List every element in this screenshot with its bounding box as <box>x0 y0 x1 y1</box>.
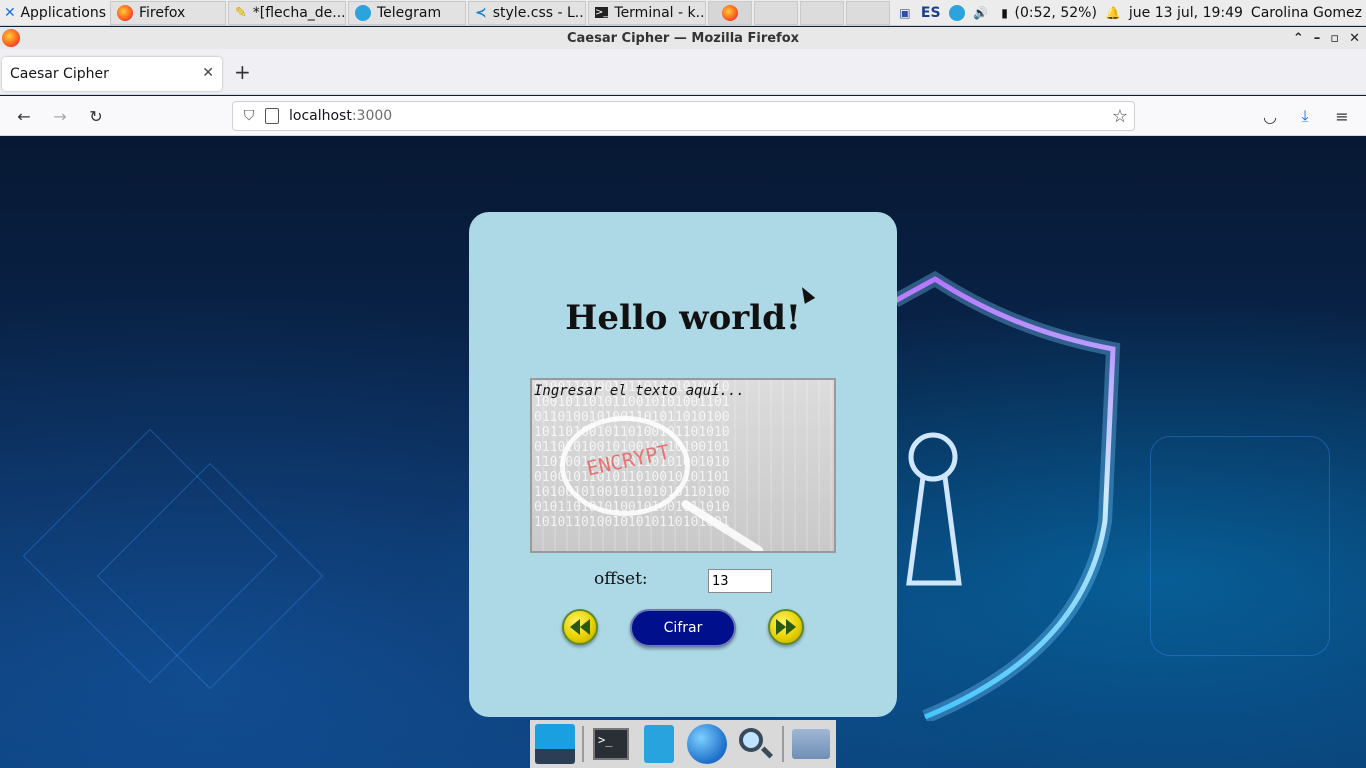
taskbar-item-terminal[interactable]: >_ Terminal - k... <box>588 0 706 25</box>
hamburger-menu-icon[interactable]: ≡ <box>1330 104 1354 128</box>
dock-separator <box>582 726 584 762</box>
taskbar-item-image-editor[interactable]: ✎ *[flecha_de... <box>228 0 346 25</box>
close-icon[interactable]: ✕ <box>1349 31 1360 46</box>
pocket-icon[interactable]: ◡ <box>1258 104 1282 128</box>
page-heading: Hello world! <box>565 298 801 338</box>
dock-terminal-launcher[interactable]: >_ <box>590 723 632 765</box>
window-controls: ⌃ – ▫ ✕ <box>1293 27 1360 49</box>
show-desktop-button[interactable] <box>534 723 576 765</box>
window-titlebar: Caesar Cipher — Mozilla Firefox ⌃ – ▫ ✕ <box>0 27 1366 49</box>
decrement-offset-button[interactable] <box>562 609 598 645</box>
fast-forward-arrow-icon <box>776 619 796 635</box>
encrypt-button[interactable]: Cifrar <box>630 609 736 647</box>
workspace-4[interactable] <box>846 0 890 25</box>
firefox-logo-icon <box>2 29 20 47</box>
offset-input[interactable] <box>708 569 772 593</box>
bottom-dock: >_ <box>530 720 836 768</box>
user-menu[interactable]: Carolina Gomez <box>1251 5 1362 21</box>
taskbar-item-label: Terminal - k... <box>614 4 706 21</box>
page-viewport: Hello world! 0100110100101101001010010 1… <box>0 136 1366 768</box>
battery-icon: ▮ <box>1001 5 1008 20</box>
show-desktop-icon <box>535 724 575 764</box>
workspace-1[interactable] <box>708 0 752 25</box>
battery-text: (0:52, 52%) <box>1014 4 1097 21</box>
globe-icon <box>687 724 727 764</box>
tracking-shield-icon[interactable]: ⛉ <box>241 108 257 124</box>
new-tab-plus-icon[interactable]: + <box>234 62 251 82</box>
applications-menu-button[interactable]: ✕ Applications <box>0 0 110 26</box>
reload-icon[interactable]: ↻ <box>84 104 108 128</box>
volume-icon[interactable]: 🔊 <box>973 5 989 21</box>
search-magnifier-icon <box>737 726 774 762</box>
firefox-icon <box>722 4 738 21</box>
url-text: localhost:3000 <box>289 108 392 124</box>
taskbar-item-label: style.css - L... <box>492 4 586 21</box>
dock-folder-launcher[interactable] <box>790 723 832 765</box>
cipher-card: Hello world! 0100110100101101001010010 1… <box>469 212 897 717</box>
taskbar-item-label: Firefox <box>139 4 186 21</box>
increment-offset-button[interactable] <box>768 609 804 645</box>
forward-arrow-icon[interactable]: → <box>48 104 72 128</box>
window-shade-icon[interactable]: ⌃ <box>1293 31 1304 46</box>
taskbar-item-telegram[interactable]: Telegram <box>348 0 466 25</box>
keyboard-layout-indicator[interactable]: ES <box>921 5 941 21</box>
workspace-2[interactable] <box>754 0 798 25</box>
window-title: Caesar Cipher — Mozilla Firefox <box>566 30 800 46</box>
downloads-icon[interactable]: ⤓ <box>1293 104 1317 128</box>
system-tray: ▣ ES 🔊 ▮ (0:52, 52%) 🔔 jue 13 jul, 19:49… <box>897 4 1366 21</box>
dock-file-manager-launcher[interactable] <box>638 723 680 765</box>
maximize-icon[interactable]: ▫ <box>1330 31 1339 46</box>
taskbar-item-firefox[interactable]: Firefox <box>110 0 226 25</box>
dock-separator <box>782 726 784 762</box>
applications-label: Applications <box>20 4 106 21</box>
tab-title: Caesar Cipher <box>10 66 109 82</box>
workspace-3[interactable] <box>800 0 844 25</box>
bookmark-star-icon[interactable]: ☆ <box>1112 106 1128 127</box>
text-input-area: 0100110100101101001010010 10010110101100… <box>530 378 836 553</box>
dock-app-finder-launcher[interactable] <box>734 723 776 765</box>
telegram-icon <box>355 4 371 21</box>
tab-caesar-cipher[interactable]: Caesar Cipher ✕ <box>2 57 222 91</box>
navigation-toolbar: ← → ↻ ⛉ localhost:3000 ☆ ◡ ⤓ ≡ <box>0 96 1366 136</box>
taskbar-item-label: *[flecha_de... <box>252 4 346 21</box>
clock[interactable]: jue 13 jul, 19:49 <box>1129 5 1243 21</box>
taskbar-item-label: Telegram <box>377 4 442 21</box>
folder-icon <box>792 729 830 759</box>
telegram-tray-icon[interactable] <box>948 4 965 21</box>
back-arrow-icon[interactable]: ← <box>12 104 36 128</box>
image-editor-icon: ✎ <box>235 4 247 21</box>
xfce-logo-icon: ✕ <box>4 4 16 21</box>
rewind-arrow-icon <box>570 619 590 635</box>
offset-label: offset: <box>594 569 648 589</box>
shield-lock-illustration <box>895 271 1121 721</box>
minimize-icon[interactable]: – <box>1314 31 1321 46</box>
tab-strip: Caesar Cipher ✕ + <box>0 49 1366 95</box>
network-disconnected-icon[interactable]: ▣ <box>897 5 913 21</box>
battery-indicator[interactable]: ▮ (0:52, 52%) <box>997 5 1097 21</box>
terminal-icon: >_ <box>595 7 609 18</box>
dock-web-browser-launcher[interactable] <box>686 723 728 765</box>
firefox-icon <box>117 4 133 21</box>
message-textarea[interactable] <box>532 380 834 551</box>
vscode-icon: ≺ <box>475 4 487 21</box>
url-host: localhost <box>289 108 352 124</box>
url-bar[interactable]: ⛉ localhost:3000 ☆ <box>232 101 1135 131</box>
tab-close-icon[interactable]: ✕ <box>202 65 214 81</box>
background-circuit-decoration <box>1150 436 1330 656</box>
terminal-icon: >_ <box>593 728 629 760</box>
notification-bell-icon[interactable]: 🔔 <box>1105 5 1121 21</box>
page-info-icon[interactable] <box>265 108 279 124</box>
file-cabinet-icon <box>644 725 674 763</box>
desktop-top-panel: ✕ Applications Firefox ✎ *[flecha_de... … <box>0 0 1366 26</box>
url-port: :3000 <box>351 108 393 124</box>
taskbar-item-vscode[interactable]: ≺ style.css - L... <box>468 0 586 25</box>
